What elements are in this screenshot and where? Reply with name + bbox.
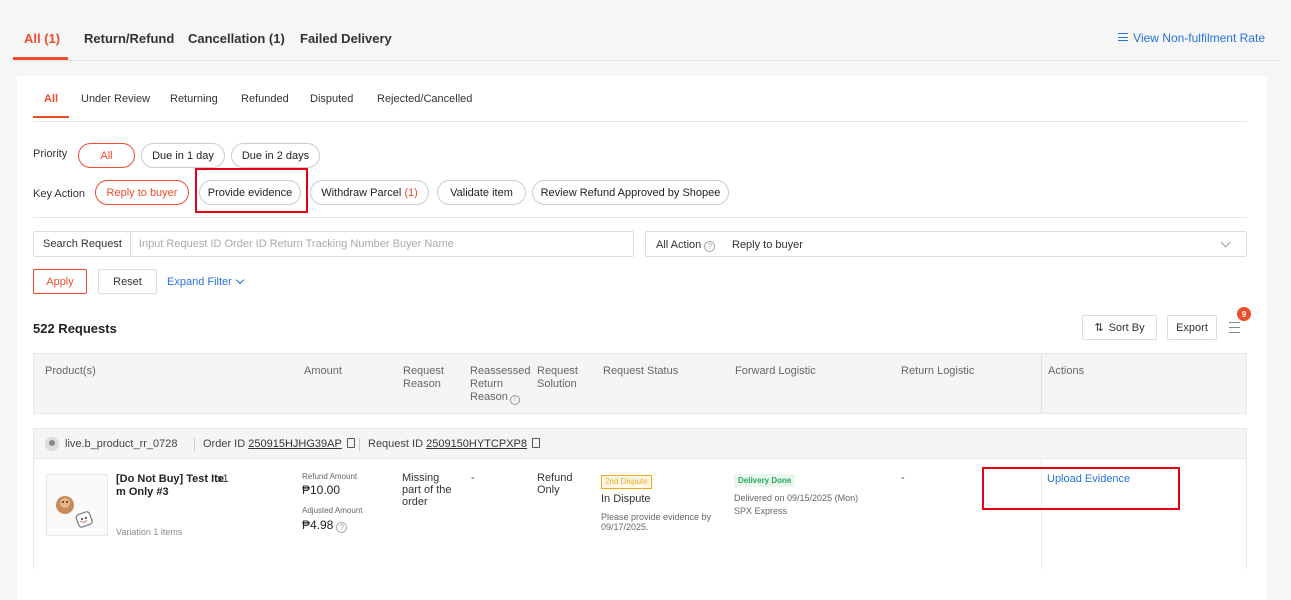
- key-action-validate-item[interactable]: Validate item: [437, 180, 526, 205]
- priority-due-2-days[interactable]: Due in 2 days: [231, 143, 320, 168]
- sort-by-button[interactable]: ⇅ Sort By: [1082, 315, 1157, 340]
- request-reason: Missing part of the order: [402, 472, 452, 508]
- refund-amount-label: Refund Amount: [302, 472, 358, 481]
- list-icon: [1118, 33, 1129, 41]
- notification-badge: 9: [1237, 307, 1251, 321]
- tab-cancellation[interactable]: Cancellation (1): [188, 31, 285, 46]
- header-amount: Amount: [304, 365, 342, 377]
- sort-by-label: Sort By: [1108, 321, 1145, 334]
- product-quantity: x1: [217, 473, 229, 485]
- header-request-solution: Request Solution: [537, 365, 578, 390]
- highlight-box: [195, 168, 308, 213]
- divider: [13, 60, 1278, 61]
- copy-icon[interactable]: [532, 438, 540, 448]
- request-id: Request ID 2509150HYTCPXP8: [368, 438, 540, 450]
- delivery-date: Delivered on 09/15/2025 (Mon): [734, 493, 859, 503]
- dispute-tag: 2nd Dispute: [601, 475, 652, 489]
- action-select-value: Reply to buyer: [732, 239, 803, 251]
- column-divider: [1041, 354, 1042, 413]
- apply-button[interactable]: Apply: [33, 269, 87, 294]
- delivery-done-tag: Delivery Done: [734, 474, 796, 487]
- adjusted-amount-label: Adjusted Amount: [302, 506, 363, 515]
- key-action-review-refund[interactable]: Review Refund Approved by Shopee: [532, 180, 729, 205]
- priority-label: Priority: [33, 148, 68, 160]
- subtab-rejected-cancelled[interactable]: Rejected/Cancelled: [377, 93, 472, 105]
- subtab-disputed[interactable]: Disputed: [310, 93, 353, 105]
- subtab-refunded[interactable]: Refunded: [241, 93, 289, 105]
- key-action-withdraw-parcel[interactable]: Withdraw Parcel (1): [310, 180, 429, 205]
- help-icon: !: [509, 395, 520, 405]
- top-tab-bar: All (1) Return/Refund Cancellation (1) F…: [0, 0, 1291, 62]
- withdraw-parcel-label: Withdraw Parcel: [321, 186, 402, 199]
- chevron-down-icon: [1220, 237, 1231, 248]
- header-reassessed-reason: Reassessed Return Reason!: [470, 365, 531, 405]
- action-select[interactable]: All Action? Reply to buyer: [645, 231, 1247, 257]
- header-request-reason: Request Reason: [403, 365, 444, 390]
- key-action-label: Key Action: [33, 188, 85, 200]
- expand-filter-link[interactable]: Expand Filter: [167, 275, 245, 288]
- action-select-label: All Action: [656, 239, 702, 251]
- action-select-label-wrap: All Action?: [656, 239, 716, 252]
- priority-all[interactable]: All: [78, 143, 135, 168]
- table-header: Product(s) Amount Request Reason Reassess…: [33, 353, 1247, 414]
- search-input[interactable]: [130, 238, 601, 250]
- request-solution: Refund Only: [537, 472, 573, 496]
- chevron-down-icon: [235, 275, 245, 285]
- status-note: Please provide evidence by 09/17/2025.: [601, 512, 712, 532]
- divider: [33, 121, 1247, 122]
- buyer-name: live.b_product_rr_0728: [65, 438, 178, 450]
- request-id-link[interactable]: 2509150HYTCPXP8: [426, 438, 527, 450]
- order-header: live.b_product_rr_0728 Order ID 250915HJ…: [33, 428, 1247, 459]
- request-status: In Dispute: [601, 493, 651, 505]
- help-icon: ?: [704, 241, 716, 252]
- subtab-all[interactable]: All: [44, 93, 58, 105]
- tab-failed-delivery[interactable]: Failed Delivery: [300, 31, 392, 46]
- key-action-reply-to-buyer[interactable]: Reply to buyer: [95, 180, 189, 205]
- divider: [33, 217, 1247, 218]
- subtab-returning[interactable]: Returning: [170, 93, 218, 105]
- expand-filter-label: Expand Filter: [167, 276, 232, 288]
- header-request-status: Request Status: [603, 365, 679, 377]
- avatar: [45, 437, 59, 451]
- sort-icon: ⇅: [1094, 322, 1104, 334]
- divider: [194, 438, 195, 451]
- help-icon: ?: [336, 522, 348, 533]
- returns-panel: All Under Review Returning Refunded Disp…: [17, 76, 1267, 600]
- view-nonfulfilment-link[interactable]: View Non-fulfilment Rate: [1118, 31, 1265, 45]
- header-actions: Actions: [1048, 365, 1085, 377]
- tab-return-refund[interactable]: Return/Refund: [84, 31, 174, 46]
- reassessed-reason: -: [471, 472, 475, 484]
- highlight-box: [982, 467, 1180, 510]
- active-subtab-indicator: [33, 116, 69, 118]
- withdraw-count: (1): [404, 186, 418, 199]
- header-product: Product(s): [45, 365, 96, 377]
- copy-icon[interactable]: [346, 438, 355, 448]
- header-return-logistic: Return Logistic: [901, 365, 975, 377]
- carrier-name: SPX Express: [734, 506, 788, 516]
- product-variation: Variation 1 items: [116, 527, 183, 537]
- adjusted-amount: ₱4.98?: [302, 518, 348, 533]
- tab-all[interactable]: All (1): [24, 31, 60, 46]
- return-logistic: -: [901, 472, 905, 484]
- view-nonfulfilment-label: View Non-fulfilment Rate: [1133, 31, 1265, 45]
- request-count: 522 Requests: [33, 321, 117, 336]
- order-id: Order ID 250915HJHG39AP: [203, 438, 355, 450]
- order-id-link[interactable]: 250915HJHG39AP: [248, 438, 342, 450]
- product-image[interactable]: [46, 474, 108, 536]
- priority-due-1-day[interactable]: Due in 1 day: [141, 143, 225, 168]
- divider: [359, 438, 360, 451]
- search-bar: Search Request: [33, 231, 634, 257]
- header-forward-logistic: Forward Logistic: [735, 365, 816, 377]
- refund-amount: ₱10.00: [302, 483, 341, 497]
- reset-button[interactable]: Reset: [98, 269, 157, 294]
- search-type-label[interactable]: Search Request: [34, 232, 131, 256]
- subtab-under-review[interactable]: Under Review: [81, 93, 150, 105]
- export-button[interactable]: Export: [1167, 315, 1217, 340]
